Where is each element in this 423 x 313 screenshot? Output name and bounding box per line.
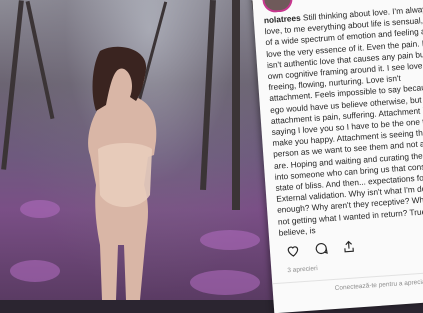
heart-icon[interactable]: [286, 243, 301, 258]
caption-text: Still thinking about love. I'm always in…: [264, 3, 423, 238]
share-icon[interactable]: [341, 239, 356, 254]
post-actions: [286, 239, 357, 258]
comment-icon[interactable]: [313, 241, 328, 256]
instagram-post-card: nolatrees Still thinking about love. I'm…: [252, 0, 423, 313]
login-prompt[interactable]: Conectează-te pentru a aprecia sau: [334, 278, 423, 292]
avatar[interactable]: [262, 0, 294, 14]
person-figure: [88, 46, 157, 300]
post-caption: nolatrees Still thinking about love. I'm…: [264, 3, 423, 239]
likes-count: 3 aprecieri: [287, 265, 318, 275]
